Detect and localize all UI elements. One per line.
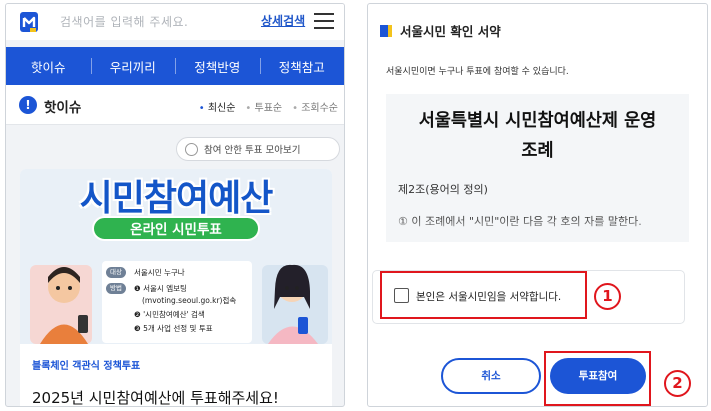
vote-card[interactable]: 시민참여예산 온라인 시민투표 대상 서울시민 누구나 방법 ❶ 서울시 엠보팅… [20,169,332,406]
main-nav: 핫이슈 우리끼리 정책반영 정책참고 [6,47,344,85]
nav-policy-reflected[interactable]: 정책반영 [175,47,260,85]
terms-title-line-1: 서울특별시 시민참여예산제 운영 [418,111,657,131]
radio-circle-icon [185,142,198,156]
terms-title-line-2: 조례 [521,141,554,161]
tag-target: 대상 [106,267,126,278]
step-2-highlight [544,351,651,406]
step-2-marker: 2 [664,370,691,397]
ordinance-terms-box[interactable]: 서울특별시 시민참여예산제 운영 조례 제2조(용어의 정의) ① 이 조례에서… [386,94,689,242]
nav-among-us[interactable]: 우리끼리 [90,47,176,85]
cancel-button[interactable]: 취소 [441,358,541,394]
step-1-highlight [380,271,587,319]
sort-views[interactable]: 조회수순 [292,99,338,114]
modal-title: 서울시민 확인 서약 [400,24,501,39]
banner-method-1b: (mvoting.seoul.go.kr)접속 [142,296,237,305]
terms-article: 제2조(용어의 정의) [398,183,488,196]
card-title[interactable]: 2025년 시민참여예산에 투표해주세요! [32,387,279,406]
banner-method-3: ❸ 5개 사업 선정 및 투표 [134,324,213,333]
filter-label: 참여 안한 투표 모아보기 [204,145,301,156]
info-icon: ! [19,96,37,114]
menu-icon[interactable] [314,13,334,29]
card-subtitle: 블록체인 객관식 정책투표 [32,361,141,372]
sort-options: 최신순 투표순 조회수순 [199,99,338,114]
card-banner-image: 시민참여예산 온라인 시민투표 대상 서울시민 누구나 방법 ❶ 서울시 엠보팅… [20,169,332,344]
screenshot-stage: 검색어를 입력해 주세요. 상세검색 핫이슈 우리끼리 정책반영 정책참고 ! … [0,0,711,411]
mvoting-home-screen: 검색어를 입력해 주세요. 상세검색 핫이슈 우리끼리 정책반영 정책참고 ! … [5,3,345,407]
advanced-search-link[interactable]: 상세검색 [261,12,305,29]
citizen-pledge-modal: 서울시민 확인 서약 서울시민이면 누구나 투표에 참여할 수 있습니다. 서울… [367,3,708,407]
mvoting-logo-icon[interactable] [18,10,40,34]
banner-method-1: ❶ 서울시 엠보팅 [134,284,187,293]
banner-method-2: ❷ '시민참여예산' 검색 [134,310,205,319]
banner-title: 시민참여예산 [79,178,274,219]
citizen-illustration-right [262,264,328,344]
tag-method: 방법 [106,283,126,294]
pledge-icon [380,24,392,37]
step-1-marker: 1 [594,283,621,310]
search-input[interactable]: 검색어를 입력해 주세요. [60,13,188,30]
section-header: ! 핫이슈 최신순 투표순 조회수순 [6,85,344,125]
modal-header: 서울시민 확인 서약 [380,21,501,40]
top-bar: 검색어를 입력해 주세요. 상세검색 [6,4,344,40]
sort-latest[interactable]: 최신순 [199,99,236,114]
sort-votes[interactable]: 투표순 [245,99,283,114]
banner-target: 서울시민 누구나 [134,268,185,277]
banner-pill: 온라인 시민투표 [92,216,260,241]
nav-hot-issue[interactable]: 핫이슈 [6,47,91,85]
section-title: 핫이슈 [44,100,82,116]
nav-policy-reference[interactable]: 정책참고 [259,47,345,85]
terms-fade [386,218,689,242]
terms-title: 서울특별시 시민참여예산제 운영 조례 [386,106,689,166]
unvoted-filter-button[interactable]: 참여 안한 투표 모아보기 [176,137,340,161]
banner-info-box: 대상 서울시민 누구나 방법 ❶ 서울시 엠보팅 (mvoting.seoul.… [102,261,252,343]
citizen-illustration-left [30,265,92,344]
modal-description: 서울시민이면 누구나 투표에 참여할 수 있습니다. [386,67,569,77]
